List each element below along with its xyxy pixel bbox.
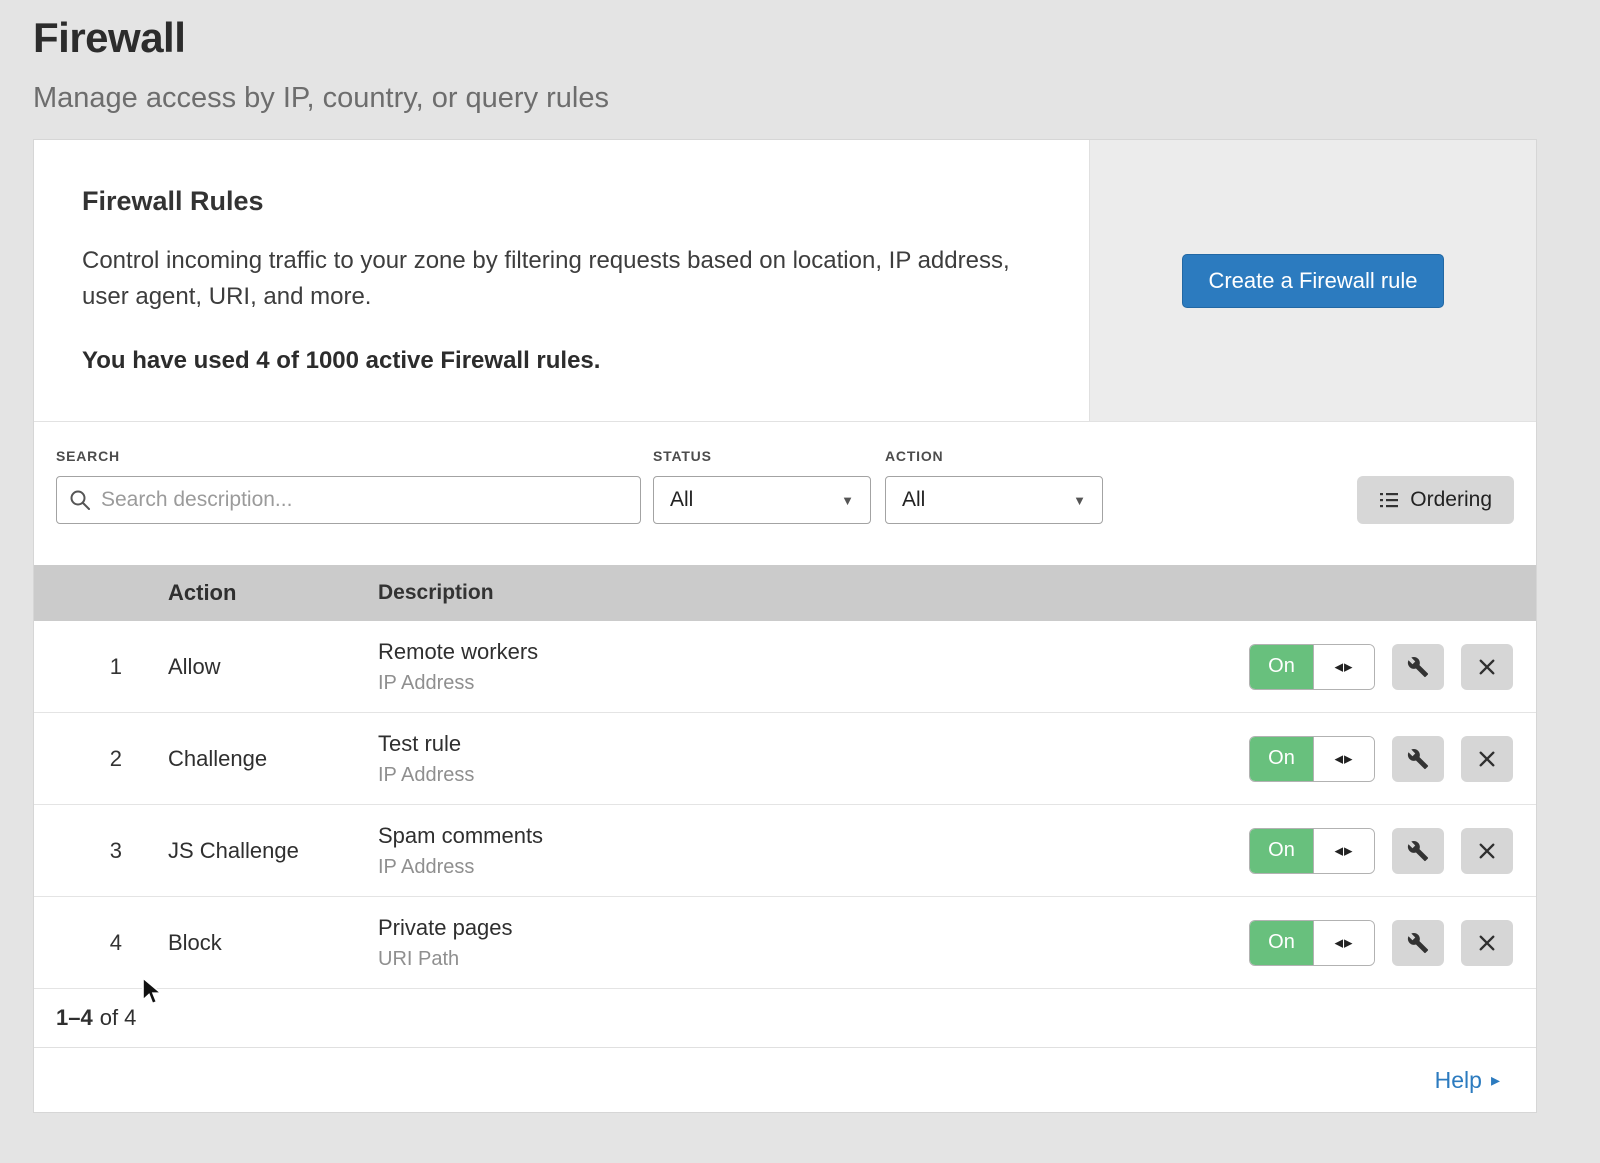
table-row: 4 Block Private pages URI Path On ◂▸	[34, 897, 1536, 989]
usage-summary: You have used 4 of 1000 active Firewall …	[82, 347, 1041, 375]
rule-action: Block	[168, 930, 345, 956]
rule-enabled-toggle[interactable]: On ◂▸	[1249, 828, 1375, 874]
search-label: SEARCH	[56, 448, 641, 464]
rule-description-cell: Remote workers IP Address	[345, 639, 1236, 695]
rule-controls: On ◂▸	[1236, 828, 1536, 874]
page-header: Firewall Manage access by IP, country, o…	[0, 0, 1600, 115]
ordering-button-label: Ordering	[1410, 488, 1492, 512]
rule-enabled-toggle[interactable]: On ◂▸	[1249, 736, 1375, 782]
help-link-label: Help	[1435, 1067, 1482, 1094]
wrench-icon	[1407, 748, 1429, 770]
page-title: Firewall	[33, 14, 1560, 62]
cta-panel: Create a Firewall rule	[1089, 140, 1536, 421]
help-arrow-icon: ▸	[1491, 1070, 1500, 1091]
toggle-on-label: On	[1250, 645, 1313, 689]
rule-description: Private pages	[378, 915, 1236, 941]
action-filter-group: ACTION All ▼	[885, 448, 1103, 524]
search-icon	[69, 489, 91, 511]
rule-action: Allow	[168, 654, 345, 680]
search-input[interactable]	[56, 476, 641, 524]
status-select[interactable]: All ▼	[653, 476, 871, 524]
rule-description-cell: Private pages URI Path	[345, 915, 1236, 971]
wrench-icon	[1407, 656, 1429, 678]
toggle-on-label: On	[1250, 737, 1313, 781]
rule-match-type: IP Address	[378, 856, 1236, 879]
rule-enabled-toggle[interactable]: On ◂▸	[1249, 920, 1375, 966]
search-filter-group: SEARCH	[56, 448, 641, 524]
action-label: ACTION	[885, 448, 1103, 464]
pagination-range: 1–4	[56, 1005, 93, 1031]
table-header: Action Description	[34, 565, 1536, 621]
chevron-down-icon: ▼	[1073, 493, 1086, 508]
table-row: 3 JS Challenge Spam comments IP Address …	[34, 805, 1536, 897]
toggle-arrows-icon: ◂▸	[1313, 829, 1374, 873]
toggle-arrows-icon: ◂▸	[1313, 645, 1374, 689]
intro-text-block: Firewall Rules Control incoming traffic …	[34, 140, 1089, 421]
status-label: STATUS	[653, 448, 871, 464]
close-icon	[1478, 934, 1496, 952]
pagination-total: of 4	[100, 1005, 137, 1031]
ordering-button[interactable]: Ordering	[1357, 476, 1514, 524]
help-bar: Help ▸	[34, 1048, 1536, 1112]
rule-priority: 1	[34, 654, 168, 680]
close-icon	[1478, 750, 1496, 768]
card-intro-section: Firewall Rules Control incoming traffic …	[34, 140, 1536, 422]
section-description: Control incoming traffic to your zone by…	[82, 243, 1032, 315]
rule-priority: 3	[34, 838, 168, 864]
close-icon	[1478, 842, 1496, 860]
edit-rule-button[interactable]	[1392, 828, 1444, 874]
rule-enabled-toggle[interactable]: On ◂▸	[1249, 644, 1375, 690]
table-row: 2 Challenge Test rule IP Address On ◂▸	[34, 713, 1536, 805]
rule-action: JS Challenge	[168, 838, 345, 864]
delete-rule-button[interactable]	[1461, 644, 1513, 690]
edit-rule-button[interactable]	[1392, 736, 1444, 782]
ordered-list-icon	[1379, 490, 1399, 510]
rule-controls: On ◂▸	[1236, 736, 1536, 782]
toggle-arrows-icon: ◂▸	[1313, 921, 1374, 965]
wrench-icon	[1407, 840, 1429, 862]
firewall-rules-card: Firewall Rules Control incoming traffic …	[33, 139, 1537, 1113]
rule-action: Challenge	[168, 746, 345, 772]
action-select-value: All	[902, 488, 925, 512]
table-header-action: Action	[168, 580, 345, 606]
toggle-on-label: On	[1250, 921, 1313, 965]
toggle-arrows-icon: ◂▸	[1313, 737, 1374, 781]
action-select[interactable]: All ▼	[885, 476, 1103, 524]
rule-description-cell: Test rule IP Address	[345, 731, 1236, 787]
page-subtitle: Manage access by IP, country, or query r…	[33, 82, 1560, 115]
edit-rule-button[interactable]	[1392, 920, 1444, 966]
section-heading: Firewall Rules	[82, 186, 1041, 217]
delete-rule-button[interactable]	[1461, 828, 1513, 874]
close-icon	[1478, 658, 1496, 676]
chevron-down-icon: ▼	[841, 493, 854, 508]
rule-description-cell: Spam comments IP Address	[345, 823, 1236, 879]
toggle-on-label: On	[1250, 829, 1313, 873]
rule-description: Test rule	[378, 731, 1236, 757]
rule-controls: On ◂▸	[1236, 920, 1536, 966]
wrench-icon	[1407, 932, 1429, 954]
rule-description: Remote workers	[378, 639, 1236, 665]
edit-rule-button[interactable]	[1392, 644, 1444, 690]
status-select-value: All	[670, 488, 693, 512]
delete-rule-button[interactable]	[1461, 736, 1513, 782]
delete-rule-button[interactable]	[1461, 920, 1513, 966]
filters-bar: SEARCH STATUS All ▼ ACTION All ▼	[34, 422, 1536, 565]
help-link[interactable]: Help ▸	[1435, 1067, 1500, 1094]
pagination-summary: 1–4 of 4	[34, 989, 1536, 1048]
rule-match-type: IP Address	[378, 764, 1236, 787]
rule-description: Spam comments	[378, 823, 1236, 849]
rule-match-type: IP Address	[378, 672, 1236, 695]
rule-match-type: URI Path	[378, 948, 1236, 971]
rule-controls: On ◂▸	[1236, 644, 1536, 690]
create-firewall-rule-button[interactable]: Create a Firewall rule	[1182, 254, 1443, 308]
rule-priority: 4	[34, 930, 168, 956]
search-box	[56, 476, 641, 524]
table-row: 1 Allow Remote workers IP Address On ◂▸	[34, 621, 1536, 713]
rule-priority: 2	[34, 746, 168, 772]
status-filter-group: STATUS All ▼	[653, 448, 871, 524]
table-header-description: Description	[345, 581, 1236, 605]
